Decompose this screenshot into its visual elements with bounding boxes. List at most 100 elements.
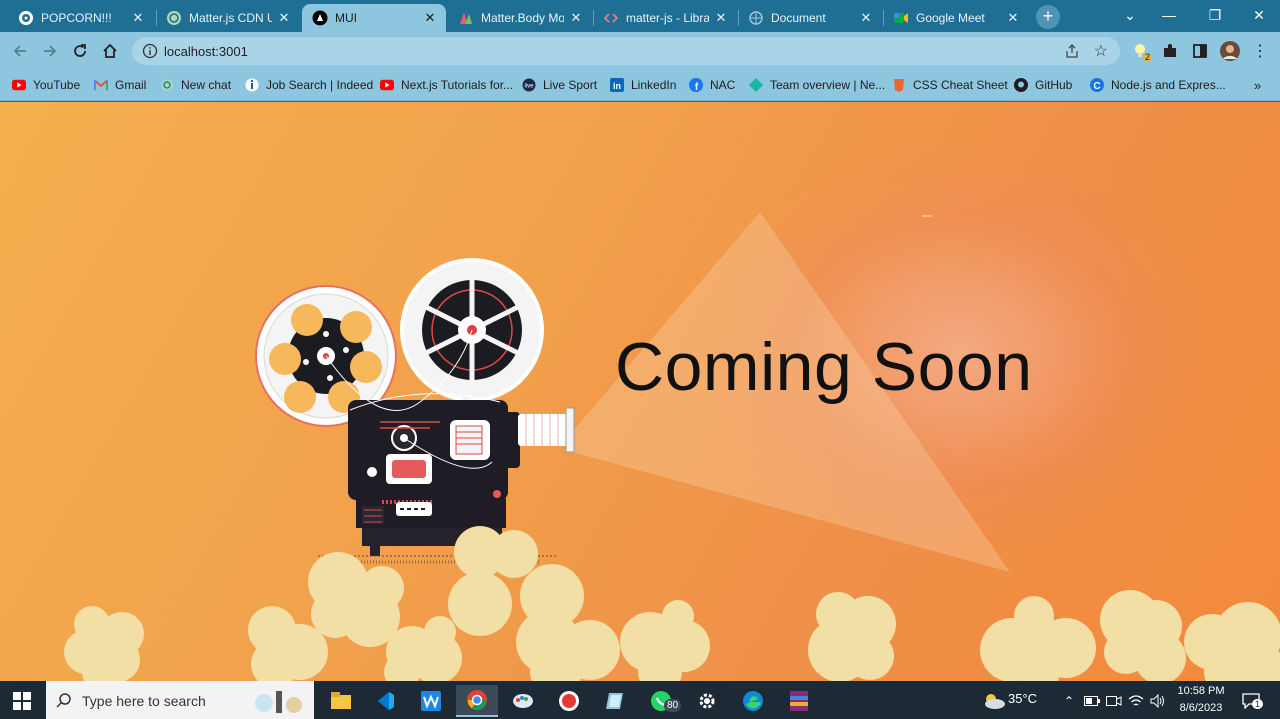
tab-mui[interactable]: MUI ✕ [302,4,446,32]
tab-matter-body[interactable]: Matter.Body Mod ✕ [448,4,592,32]
winrar-icon[interactable] [778,685,820,717]
tab-matter-library[interactable]: matter-js - Librar ✕ [593,4,737,32]
reload-button[interactable] [68,39,92,63]
settings-gear-icon[interactable] [686,685,728,717]
back-button[interactable] [8,39,32,63]
waves-app-icon[interactable] [410,685,452,717]
svg-text:C: C [1093,81,1100,92]
whatsapp-badge: 80 [664,699,682,712]
youtube-icon [12,78,26,92]
clock-time[interactable]: 10:58 PM [1172,685,1230,697]
weather-cloud-icon[interactable] [980,685,1008,717]
back-arrow-icon [13,45,26,57]
search-highlight-illustration-icon [255,691,302,713]
tab-popcorn[interactable]: POPCORN!!! ✕ [8,4,154,32]
show-hidden-icons-chevron-icon[interactable]: ⌃ [1060,685,1078,717]
tab-strip: POPCORN!!! ✕ Matter.js CDN Us ✕ MUI ✕ Ma… [0,0,1280,32]
tab-title: Document [771,11,826,25]
minimize-window-button[interactable]: — [1146,4,1192,26]
close-tab-icon[interactable]: ✕ [568,10,584,26]
new-tab-button[interactable]: + [1036,5,1060,29]
clock-date[interactable]: 8/6/2023 [1172,702,1230,714]
tab-document[interactable]: Document ✕ [738,4,882,32]
share-icon[interactable] [1064,43,1080,64]
popcorn-right-icon [808,590,1280,681]
search-placeholder: Type here to search [82,693,206,709]
bookmark-linkedin[interactable]: in LinkedIn [610,77,676,93]
temperature-text[interactable]: 35°C [1008,691,1037,706]
globe-icon [748,10,764,26]
notification-center-icon[interactable]: 1 [1236,685,1266,717]
edge-browser-icon[interactable] [732,685,774,717]
bookmark-label: Job Search | Indeed [266,78,374,92]
close-window-button[interactable]: ✕ [1236,4,1280,26]
chrome-menu-icon[interactable]: ⋮ [1248,39,1272,63]
close-tab-icon[interactable]: ✕ [276,10,292,26]
start-button[interactable] [0,685,44,717]
wifi-icon[interactable] [1126,685,1146,717]
screen-recorder-icon[interactable] [548,685,590,717]
facebook-icon: f [689,78,703,92]
bookmark-nodejs-express[interactable]: C Node.js and Expres... [1090,77,1226,93]
c-icon: C [1090,78,1104,92]
bookmark-css-cheat-sheet[interactable]: CSS Cheat Sheet [892,77,1008,93]
bookmark-new-chat[interactable]: New chat [160,77,231,93]
chrome-taskbar-icon[interactable] [456,685,498,717]
bookmark-star-icon[interactable]: ☆ [1094,41,1108,61]
page-content: Coming Soon [0,102,1280,681]
svg-text:in: in [613,81,621,91]
tab-title: Google Meet [916,11,985,25]
browser-toolbar: localhost:3001 ☆ 2 ⋮ [0,32,1280,70]
bookmark-youtube[interactable]: YouTube [12,77,80,93]
popcorn-left-icon [64,606,144,681]
file-explorer-icon[interactable] [320,685,362,717]
close-tab-icon[interactable]: ✕ [422,10,438,26]
diamond-icon [749,78,763,92]
side-panel-button[interactable] [1188,39,1212,63]
address-bar[interactable]: localhost:3001 ☆ [132,37,1120,65]
battery-icon[interactable] [1082,685,1102,717]
tab-google-meet[interactable]: Google Meet ✕ [883,4,1029,32]
forward-button[interactable] [38,39,62,63]
home-button[interactable] [98,39,122,63]
home-icon [103,43,117,58]
bookmark-github[interactable]: GitHub [1014,77,1072,93]
youtube-icon [380,78,394,92]
windows-taskbar: Type here to search 80 35°C ⌃ 10:58 PM 8… [0,681,1280,719]
bookmarks-overflow-icon[interactable]: » [1254,77,1261,93]
bookmark-label: CSS Cheat Sheet [913,78,1008,92]
close-tab-icon[interactable]: ✕ [713,10,729,26]
close-tab-icon[interactable]: ✕ [1005,10,1021,26]
avatar-icon [1220,41,1240,61]
bookmark-nextjs-tutorials[interactable]: Next.js Tutorials for... [380,77,513,93]
paint-app-icon[interactable] [502,685,544,717]
search-icon [56,693,71,708]
reload-icon [74,44,86,57]
gmail-icon [94,78,108,92]
taskbar-search-box[interactable]: Type here to search [46,681,314,719]
bookmark-live-sport[interactable]: live Live Sport [522,77,597,93]
bookmark-label: Gmail [115,78,147,92]
code-icon [603,10,619,26]
extension-lightbulb-button[interactable]: 2 [1130,39,1154,63]
extensions-button[interactable] [1158,39,1182,63]
notes-app-icon[interactable] [594,685,636,717]
address-url[interactable]: localhost:3001 [164,44,248,59]
bookmark-team-overview[interactable]: Team overview | Ne... [749,77,885,93]
meet-now-icon[interactable] [1104,685,1124,717]
bookmark-nac[interactable]: f NAC [689,77,735,93]
tab-matterjs-cdn[interactable]: Matter.js CDN Us ✕ [156,4,300,32]
bookmark-indeed[interactable]: Job Search | Indeed [245,77,373,93]
close-tab-icon[interactable]: ✕ [130,10,146,26]
profile-avatar[interactable] [1218,39,1242,63]
bookmark-label: NAC [710,78,736,92]
vscode-icon[interactable] [364,685,406,717]
forward-arrow-icon [44,45,57,57]
volume-icon[interactable] [1148,685,1168,717]
whatsapp-icon[interactable]: 80 [640,685,682,717]
bookmark-gmail[interactable]: Gmail [94,77,146,93]
site-info-icon[interactable] [142,43,158,59]
linkedin-icon: in [610,78,624,92]
close-tab-icon[interactable]: ✕ [858,10,874,26]
restore-window-button[interactable]: ❐ [1192,4,1238,26]
